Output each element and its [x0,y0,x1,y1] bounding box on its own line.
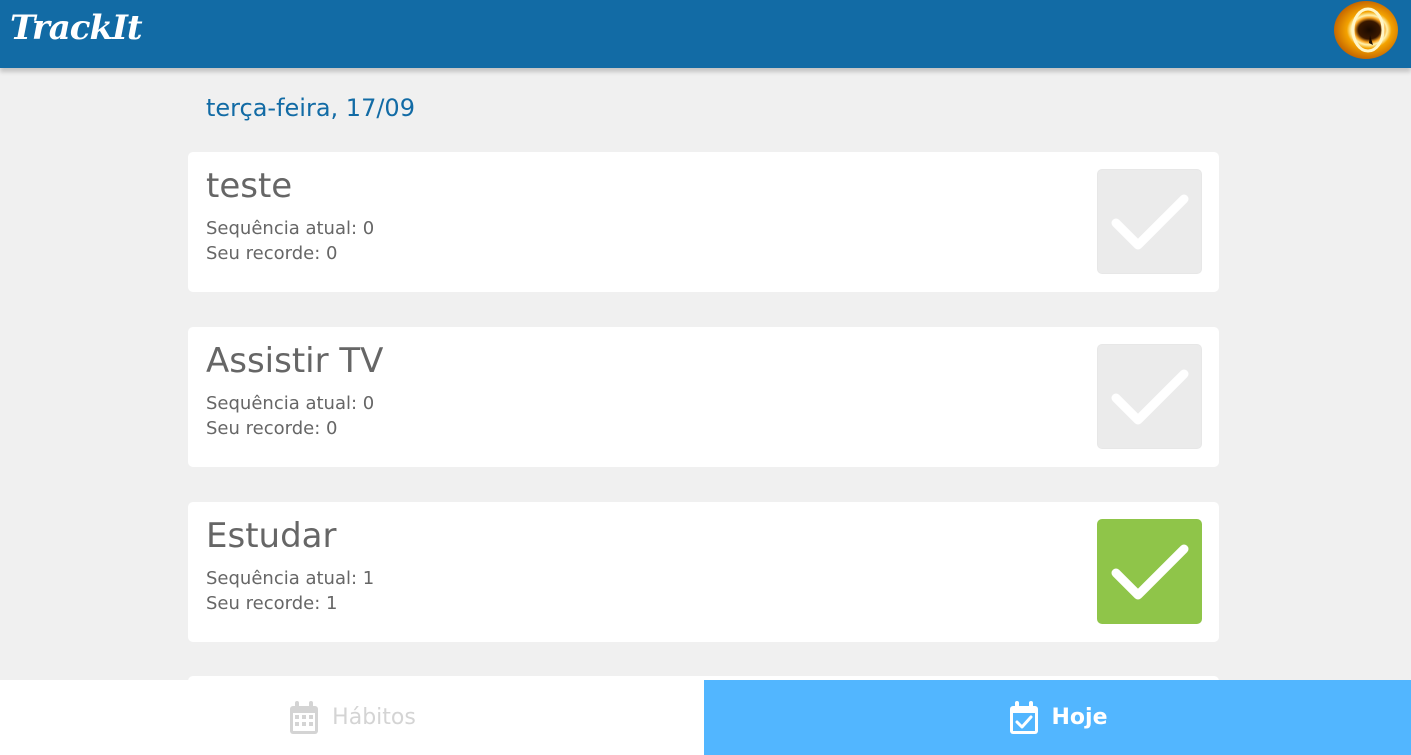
page-date: terça-feira, 17/09 [206,94,415,122]
habit-current-streak: Sequência atual: 1 [206,568,375,589]
habit-record: Seu recorde: 1 [206,593,338,614]
habit-card: Estudar Sequência atual: 1 Seu recorde: … [188,502,1219,642]
nav-habits-button[interactable]: Hábitos [0,680,704,755]
habit-record: Seu recorde: 0 [206,243,338,264]
avatar-image [1351,7,1385,53]
nav-today-button[interactable]: Hoje [704,680,1411,755]
user-avatar[interactable] [1334,1,1398,59]
nav-habits-label: Hábitos [332,705,416,730]
habit-name: teste [206,166,293,206]
nav-today-label: Hoje [1051,705,1108,730]
calendar-icon [290,700,319,734]
top-bar: TrackIt [0,0,1411,68]
bottom-nav: Hábitos Hoje [0,680,1411,755]
habit-record: Seu recorde: 0 [206,418,338,439]
habit-name: Estudar [206,516,337,556]
checkmark-icon [1111,194,1188,249]
calendar-check-icon [1009,700,1038,734]
habit-card: teste Sequência atual: 0 Seu recorde: 0 [188,152,1219,292]
checkmark-icon [1111,369,1188,424]
habit-name: Assistir TV [206,341,384,381]
habit-check-button[interactable] [1097,169,1202,274]
habit-card: Assistir TV Sequência atual: 0 Seu recor… [188,327,1219,467]
checkmark-icon [1111,544,1188,599]
habit-current-streak: Sequência atual: 0 [206,393,375,414]
habit-check-button[interactable] [1097,344,1202,449]
habit-check-button[interactable] [1097,519,1202,624]
app-logo: TrackIt [10,8,143,48]
habit-current-streak: Sequência atual: 0 [206,218,375,239]
